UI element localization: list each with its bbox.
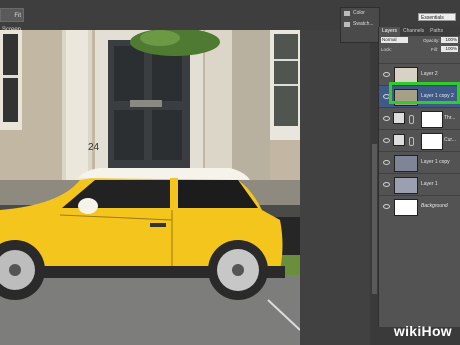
link-icon: [409, 115, 414, 124]
layer-row-layer-1[interactable]: Layer 1: [379, 173, 460, 195]
document-canvas[interactable]: 24: [0, 30, 300, 345]
blend-mode-select[interactable]: Normal: [381, 37, 408, 43]
panel-tabs: Layers Channels Paths: [379, 27, 460, 36]
fill-label: Fill:: [431, 47, 438, 52]
layer-row-curves[interactable]: Cur...: [379, 129, 460, 151]
visibility-eye-icon[interactable]: [383, 160, 390, 165]
visibility-eye-icon[interactable]: [383, 116, 390, 121]
swatches-panel-button[interactable]: Swatch...: [341, 19, 379, 30]
layer-mask-thumbnail: [421, 111, 443, 128]
layer-name: Layer 1: [421, 181, 438, 187]
watermark-wiki: wiki: [393, 323, 422, 339]
adjustment-icon: [393, 134, 405, 146]
watermark-how: How: [421, 323, 452, 339]
layer-row-background[interactable]: Background: [379, 195, 460, 217]
collapsed-panels: Color Swatch...: [340, 7, 380, 43]
layer-name: Layer 2: [421, 71, 438, 77]
layer-mask-thumbnail: [421, 133, 443, 150]
lock-label: Lock:: [381, 47, 392, 52]
layer-thumbnail: [394, 155, 418, 172]
color-icon: [344, 11, 350, 16]
visibility-eye-icon[interactable]: [383, 204, 390, 209]
fit-screen-button[interactable]: Fit Screen: [0, 8, 24, 33]
visibility-eye-icon[interactable]: [383, 182, 390, 187]
visibility-eye-icon[interactable]: [383, 72, 390, 77]
opacity-field[interactable]: 100%: [441, 37, 458, 43]
tab-layers[interactable]: Layers: [379, 27, 401, 36]
layer-name: Layer 1 copy: [421, 159, 450, 165]
opacity-label: Opacity:: [423, 38, 440, 43]
layers-panel: Layers Channels Paths Normal Opacity: 10…: [378, 27, 460, 327]
tab-channels[interactable]: Channels: [400, 27, 427, 36]
layer-name: Background: [421, 203, 448, 209]
layer-name: Cur...: [444, 137, 456, 143]
lock-row: Lock: Fill: 100%: [379, 45, 460, 54]
layer-row-threshold[interactable]: Thr...: [379, 107, 460, 129]
layer-thumbnail: [394, 177, 418, 194]
link-icon: [409, 137, 414, 146]
wikihow-watermark: wikiHow: [394, 323, 452, 339]
pasteboard: [300, 30, 370, 345]
layer-thumbnail: [394, 199, 418, 216]
workspace-select[interactable]: Essentials: [418, 13, 456, 21]
fill-field[interactable]: 100%: [441, 46, 458, 52]
layer-row-layer-1-copy[interactable]: Layer 1 copy: [379, 151, 460, 173]
adjustment-icon: [393, 112, 405, 124]
tab-paths[interactable]: Paths: [427, 27, 446, 36]
panel-scrollbar[interactable]: [372, 144, 377, 294]
color-panel-button[interactable]: Color: [341, 8, 379, 19]
svg-text:24: 24: [88, 142, 100, 153]
photo-image: 24: [0, 30, 300, 345]
blend-row: Normal Opacity: 100%: [379, 36, 460, 45]
selection-highlight: [389, 82, 460, 104]
layer-name: Thr...: [444, 115, 456, 121]
visibility-eye-icon[interactable]: [383, 138, 390, 143]
swatches-icon: [344, 22, 350, 27]
